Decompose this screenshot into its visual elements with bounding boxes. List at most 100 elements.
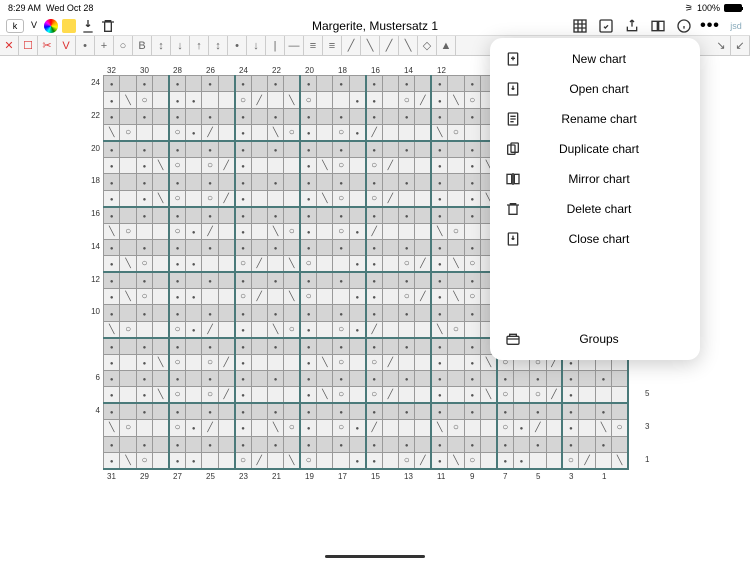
cell[interactable] (120, 371, 136, 387)
cell[interactable] (136, 157, 152, 173)
cell[interactable] (136, 108, 152, 124)
cell[interactable] (104, 174, 120, 190)
cell[interactable] (120, 239, 136, 255)
cell[interactable] (464, 125, 480, 141)
cell[interactable] (333, 108, 349, 124)
cell[interactable] (153, 92, 169, 108)
cell[interactable] (464, 108, 480, 124)
cell[interactable] (431, 108, 447, 124)
cell[interactable] (120, 436, 136, 452)
cell[interactable] (284, 436, 300, 452)
cell[interactable] (562, 436, 578, 452)
cell[interactable] (333, 256, 349, 272)
cell[interactable] (546, 420, 562, 436)
cell[interactable] (317, 403, 333, 419)
cell[interactable] (300, 207, 316, 223)
cell[interactable] (104, 190, 120, 206)
cell[interactable] (169, 223, 185, 239)
cell[interactable] (579, 452, 595, 468)
symbol-21[interactable]: ╲ (399, 36, 418, 55)
cell[interactable] (333, 387, 349, 403)
cell[interactable] (202, 436, 218, 452)
symbol-5[interactable]: + (95, 36, 114, 55)
cell[interactable] (185, 190, 201, 206)
cell[interactable] (415, 371, 431, 387)
cell[interactable] (595, 387, 611, 403)
cell[interactable] (218, 190, 234, 206)
cell[interactable] (399, 223, 415, 239)
cell[interactable] (366, 223, 382, 239)
cell[interactable] (235, 289, 251, 305)
cell[interactable] (267, 108, 283, 124)
cell[interactable] (284, 305, 300, 321)
cell[interactable] (169, 403, 185, 419)
cell[interactable] (480, 420, 496, 436)
cell[interactable] (300, 141, 316, 157)
cell[interactable] (415, 239, 431, 255)
cell[interactable] (612, 403, 628, 419)
cell[interactable] (169, 174, 185, 190)
cell[interactable] (349, 239, 365, 255)
cell[interactable] (349, 436, 365, 452)
cell[interactable] (415, 354, 431, 370)
cell[interactable] (317, 92, 333, 108)
cell[interactable] (399, 452, 415, 468)
cell[interactable] (202, 174, 218, 190)
cell[interactable] (284, 157, 300, 173)
cell[interactable] (300, 190, 316, 206)
cell[interactable] (366, 108, 382, 124)
cell[interactable] (136, 338, 152, 354)
cell[interactable] (169, 305, 185, 321)
symbol-19[interactable]: ╲ (361, 36, 380, 55)
cell[interactable] (218, 207, 234, 223)
cell[interactable] (284, 403, 300, 419)
cell[interactable] (579, 420, 595, 436)
cell[interactable] (202, 157, 218, 173)
cell[interactable] (185, 256, 201, 272)
cell[interactable] (153, 272, 169, 288)
cell[interactable] (185, 338, 201, 354)
cell[interactable] (366, 436, 382, 452)
cell[interactable] (415, 108, 431, 124)
cell[interactable] (218, 289, 234, 305)
cell[interactable] (218, 174, 234, 190)
cell[interactable] (415, 157, 431, 173)
cell[interactable] (382, 403, 398, 419)
cell[interactable] (448, 321, 464, 337)
cell[interactable] (349, 305, 365, 321)
cell[interactable] (333, 436, 349, 452)
cell[interactable] (153, 256, 169, 272)
cell[interactable] (169, 92, 185, 108)
cell[interactable] (104, 272, 120, 288)
cell[interactable] (136, 305, 152, 321)
cell[interactable] (366, 141, 382, 157)
cell[interactable] (431, 354, 447, 370)
cell[interactable] (448, 305, 464, 321)
cell[interactable] (382, 92, 398, 108)
menu-open[interactable]: Open chart (490, 74, 700, 104)
grid-icon[interactable] (572, 18, 588, 34)
cell[interactable] (333, 207, 349, 223)
cell[interactable] (546, 403, 562, 419)
cell[interactable] (267, 321, 283, 337)
cell[interactable] (218, 403, 234, 419)
cell[interactable] (513, 452, 529, 468)
cell[interactable] (595, 403, 611, 419)
cell[interactable] (464, 174, 480, 190)
cell[interactable] (120, 387, 136, 403)
symbol-6[interactable]: ○ (114, 36, 133, 55)
cell[interactable] (218, 371, 234, 387)
cell[interactable] (497, 436, 513, 452)
cell[interactable] (218, 92, 234, 108)
cell[interactable] (415, 223, 431, 239)
cell[interactable] (218, 321, 234, 337)
symbol-20[interactable]: ╱ (380, 36, 399, 55)
cell[interactable] (120, 305, 136, 321)
cell[interactable] (218, 436, 234, 452)
cell[interactable] (382, 141, 398, 157)
cell[interactable] (415, 452, 431, 468)
cell[interactable] (300, 371, 316, 387)
cell[interactable] (202, 305, 218, 321)
cell[interactable] (284, 190, 300, 206)
cell[interactable] (579, 371, 595, 387)
